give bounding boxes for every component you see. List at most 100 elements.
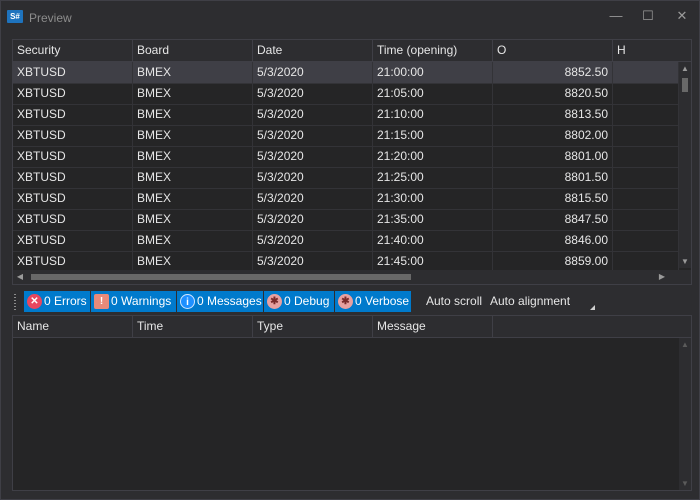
table-row[interactable]: XBTUSD BMEX 5/3/2020 21:05:00 8820.50: [13, 83, 679, 105]
cell-security: XBTUSD: [13, 104, 133, 125]
cell-security: XBTUSD: [13, 251, 133, 272]
column-header-time-opening[interactable]: Time (opening): [373, 40, 493, 61]
messages-label: 0 Messages: [197, 294, 262, 308]
cell-date: 5/3/2020: [253, 251, 373, 272]
app-logo-icon: S#: [7, 10, 23, 23]
table-row[interactable]: XBTUSD BMEX 5/3/2020 21:30:00 8815.50: [13, 188, 679, 210]
debug-label: 0 Debug: [284, 294, 330, 308]
cell-date: 5/3/2020: [253, 230, 373, 251]
cell-high: [613, 251, 679, 272]
cell-security: XBTUSD: [13, 146, 133, 167]
cell-time-opening: 21:10:00: [373, 104, 493, 125]
log-vertical-scrollbar[interactable]: ▲ ▼: [679, 338, 691, 490]
cell-high: [613, 209, 679, 230]
cell-time-opening: 21:30:00: [373, 188, 493, 209]
log-scroll-up-arrow-icon[interactable]: ▲: [680, 340, 690, 349]
cell-time-opening: 21:15:00: [373, 125, 493, 146]
table-row[interactable]: XBTUSD BMEX 5/3/2020 21:25:00 8801.50: [13, 167, 679, 189]
vertical-scroll-thumb[interactable]: [682, 78, 688, 92]
scroll-down-arrow-icon[interactable]: ▼: [680, 257, 690, 266]
cell-open: 8815.50: [493, 188, 613, 209]
candles-grid[interactable]: Security Board Date Time (opening) O H X…: [12, 39, 692, 285]
debug-filter-button[interactable]: ✱ 0 Debug: [264, 291, 334, 312]
verbose-label: 0 Verbose: [355, 294, 410, 308]
cell-board: BMEX: [133, 104, 253, 125]
cell-date: 5/3/2020: [253, 146, 373, 167]
window-title: Preview: [29, 11, 72, 25]
cell-security: XBTUSD: [13, 83, 133, 104]
table-row[interactable]: XBTUSD BMEX 5/3/2020 21:15:00 8802.00: [13, 125, 679, 147]
scroll-up-arrow-icon[interactable]: ▲: [680, 64, 690, 73]
cell-open: 8820.50: [493, 83, 613, 104]
column-header-message[interactable]: Message: [373, 316, 493, 337]
column-header-open[interactable]: O: [493, 40, 613, 61]
minimize-button[interactable]: —: [607, 7, 625, 25]
horizontal-scrollbar[interactable]: ◀ ▶: [13, 270, 691, 284]
cell-time-opening: 21:00:00: [373, 62, 493, 83]
warning-icon: !: [94, 294, 109, 309]
cell-security: XBTUSD: [13, 209, 133, 230]
maximize-button[interactable]: ☐: [639, 7, 657, 25]
table-row[interactable]: XBTUSD BMEX 5/3/2020 21:10:00 8813.50: [13, 104, 679, 126]
close-button[interactable]: ✕: [673, 7, 691, 25]
table-row[interactable]: XBTUSD BMEX 5/3/2020 21:35:00 8847.50: [13, 209, 679, 231]
cell-open: 8801.50: [493, 167, 613, 188]
auto-alignment-toggle[interactable]: Auto alignment: [490, 291, 570, 312]
cell-board: BMEX: [133, 230, 253, 251]
messages-filter-button[interactable]: i 0 Messages: [177, 291, 263, 312]
errors-filter-button[interactable]: ✕ 0 Errors: [24, 291, 90, 312]
auto-scroll-toggle[interactable]: Auto scroll: [426, 291, 482, 312]
cell-board: BMEX: [133, 209, 253, 230]
cell-open: 8813.50: [493, 104, 613, 125]
cell-high: [613, 83, 679, 104]
preview-window: S# Preview — ☐ ✕ Security Board Date Tim…: [0, 0, 700, 500]
cell-time-opening: 21:20:00: [373, 146, 493, 167]
cell-open: 8802.00: [493, 125, 613, 146]
column-header-name[interactable]: Name: [13, 316, 133, 337]
column-header-date[interactable]: Date: [253, 40, 373, 61]
cell-time-opening: 21:05:00: [373, 83, 493, 104]
cell-time-opening: 21:40:00: [373, 230, 493, 251]
cell-high: [613, 125, 679, 146]
scroll-right-arrow-icon[interactable]: ▶: [657, 272, 667, 281]
verbose-filter-button[interactable]: ✱ 0 Verbose: [335, 291, 411, 312]
vertical-scrollbar[interactable]: ▲ ▼: [679, 62, 691, 268]
cell-security: XBTUSD: [13, 62, 133, 83]
column-header-board[interactable]: Board: [133, 40, 253, 61]
cell-open: 8852.50: [493, 62, 613, 83]
cell-time-opening: 21:35:00: [373, 209, 493, 230]
cell-board: BMEX: [133, 125, 253, 146]
table-row[interactable]: XBTUSD BMEX 5/3/2020 21:40:00 8846.00: [13, 230, 679, 252]
cell-high: [613, 167, 679, 188]
cell-security: XBTUSD: [13, 188, 133, 209]
errors-label: 0 Errors: [44, 294, 87, 308]
log-grid[interactable]: Name Time Type Message ▲ ▼: [12, 315, 692, 491]
cell-open: 8859.00: [493, 251, 613, 272]
table-row[interactable]: XBTUSD BMEX 5/3/2020 21:20:00 8801.00: [13, 146, 679, 168]
column-header-type[interactable]: Type: [253, 316, 373, 337]
column-header-high[interactable]: H: [613, 40, 691, 61]
cell-high: [613, 230, 679, 251]
cell-board: BMEX: [133, 167, 253, 188]
cell-high: [613, 146, 679, 167]
cell-date: 5/3/2020: [253, 188, 373, 209]
warnings-filter-button[interactable]: ! 0 Warnings: [91, 291, 176, 312]
column-header-security[interactable]: Security: [13, 40, 133, 61]
horizontal-scroll-thumb[interactable]: [31, 274, 411, 280]
cell-board: BMEX: [133, 62, 253, 83]
cell-time-opening: 21:25:00: [373, 167, 493, 188]
info-icon: i: [180, 294, 195, 309]
title-bar[interactable]: S# Preview — ☐ ✕: [1, 1, 699, 33]
toolbar-grip-icon[interactable]: [13, 293, 17, 311]
scroll-left-arrow-icon[interactable]: ◀: [15, 272, 25, 281]
column-header-time[interactable]: Time: [133, 316, 253, 337]
cell-security: XBTUSD: [13, 167, 133, 188]
toolbar-overflow-icon[interactable]: [590, 305, 595, 310]
cell-board: BMEX: [133, 83, 253, 104]
cell-date: 5/3/2020: [253, 167, 373, 188]
log-scroll-down-arrow-icon[interactable]: ▼: [680, 479, 690, 488]
table-row[interactable]: XBTUSD BMEX 5/3/2020 21:00:00 8852.50: [13, 62, 679, 84]
cell-high: [613, 104, 679, 125]
cell-board: BMEX: [133, 146, 253, 167]
cell-security: XBTUSD: [13, 125, 133, 146]
